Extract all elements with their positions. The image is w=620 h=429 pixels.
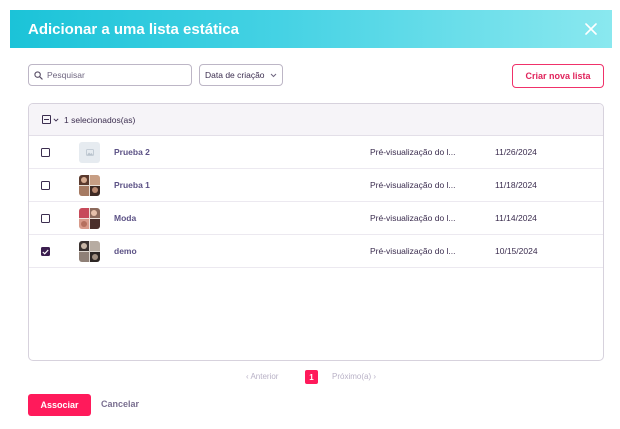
prev-page-label: Anterior — [250, 372, 279, 381]
list-thumbnail — [79, 241, 100, 262]
list-date: 11/18/2024 — [495, 180, 537, 190]
bulk-select-toggle[interactable] — [42, 115, 59, 124]
dialog-title: Adicionar a uma lista estática — [28, 20, 239, 38]
list-preview: Pré-visualização do l... — [370, 180, 456, 190]
table-row[interactable]: Prueba 2 Pré-visualização do l... 11/26/… — [29, 136, 603, 169]
pagination: ‹ Anterior 1 Próximo(a) › — [0, 370, 620, 384]
list-preview: Pré-visualização do l... — [370, 246, 456, 256]
list-name-link[interactable]: demo — [114, 246, 137, 256]
list-thumbnail — [79, 142, 100, 163]
page-number-current[interactable]: 1 — [305, 370, 318, 384]
search-input[interactable] — [47, 70, 187, 80]
list-name-link[interactable]: Moda — [114, 213, 136, 223]
list-thumbnail — [79, 208, 100, 229]
close-icon — [585, 23, 597, 35]
list-preview: Pré-visualização do l... — [370, 147, 456, 157]
chevron-down-icon — [270, 73, 277, 78]
associate-button[interactable]: Associar — [28, 394, 91, 416]
toolbar: Data de criação Criar nova lista — [28, 64, 604, 88]
row-checkbox[interactable] — [41, 214, 50, 223]
next-page-label: Próximo(a) — [332, 372, 372, 381]
selected-count: 1 selecionados(as) — [64, 114, 136, 125]
close-button[interactable] — [580, 18, 602, 40]
list-thumbnail — [79, 175, 100, 196]
table-row[interactable]: Prueba 1 Pré-visualização do l... 11/18/… — [29, 169, 603, 202]
list-date: 11/14/2024 — [495, 213, 537, 223]
cancel-button[interactable]: Cancelar — [101, 399, 139, 409]
next-page-button[interactable]: Próximo(a) › — [332, 372, 376, 381]
list-date: 11/26/2024 — [495, 147, 537, 157]
image-placeholder-icon — [85, 149, 94, 156]
row-checkbox[interactable] — [41, 247, 50, 256]
sort-dropdown-label: Data de criação — [205, 70, 265, 80]
search-box[interactable] — [28, 64, 192, 86]
chevron-right-icon: › — [371, 372, 377, 381]
checkmark-icon — [42, 249, 49, 255]
list-preview: Pré-visualização do l... — [370, 213, 456, 223]
table-header: 1 selecionados(as) — [29, 104, 603, 136]
list-name-link[interactable]: Prueba 1 — [114, 180, 150, 190]
dialog-header: Adicionar a uma lista estática — [10, 10, 612, 48]
sort-dropdown[interactable]: Data de criação — [199, 64, 283, 86]
lists-table: 1 selecionados(as) Prueba 2 Pré-visualiz… — [28, 103, 604, 361]
table-row[interactable]: demo Pré-visualização do l... 10/15/2024 — [29, 235, 603, 268]
prev-page-button[interactable]: ‹ Anterior — [246, 372, 278, 381]
row-checkbox[interactable] — [41, 181, 50, 190]
search-icon — [34, 70, 43, 80]
bulk-select-checkbox-icon — [42, 115, 51, 124]
list-name-link[interactable]: Prueba 2 — [114, 147, 150, 157]
row-checkbox[interactable] — [41, 148, 50, 157]
table-row[interactable]: Moda Pré-visualização do l... 11/14/2024 — [29, 202, 603, 235]
create-new-list-button[interactable]: Criar nova lista — [512, 64, 604, 88]
list-date: 10/15/2024 — [495, 246, 538, 256]
chevron-down-icon — [53, 117, 59, 122]
